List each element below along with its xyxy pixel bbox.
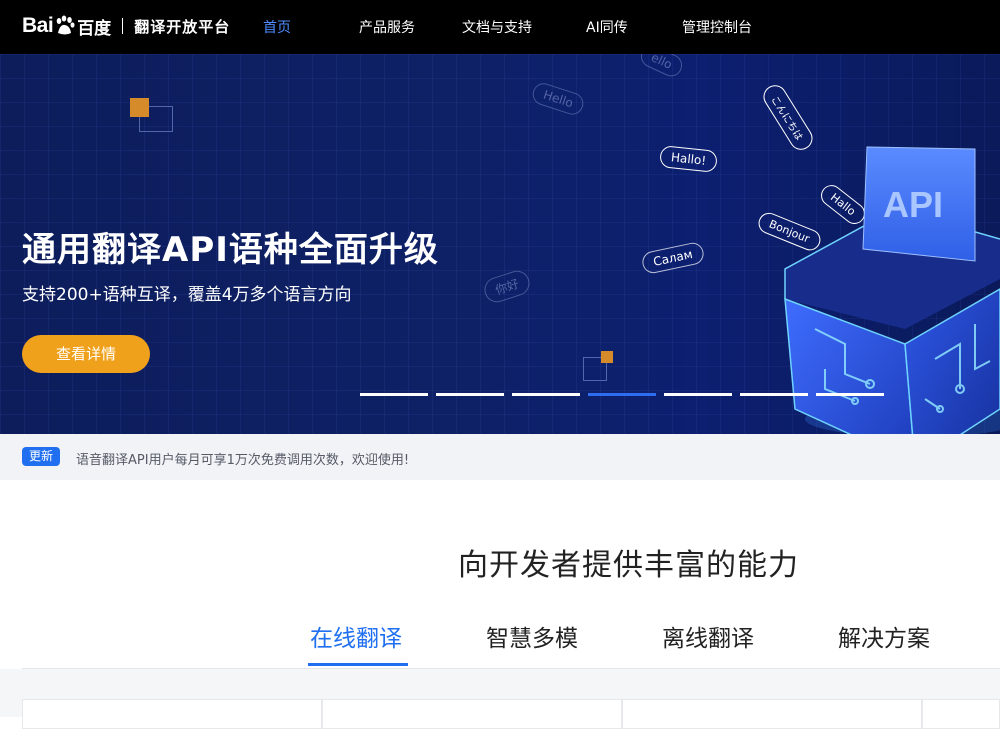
nav-console[interactable]: 管理控制台	[682, 17, 752, 37]
section-title: 向开发者提供丰富的能力	[458, 548, 799, 583]
nav-docs[interactable]: 文档与支持	[462, 17, 532, 37]
carousel-dot-active[interactable]	[588, 393, 656, 396]
paw-icon	[54, 15, 76, 37]
capability-card[interactable]	[622, 699, 922, 729]
view-details-button[interactable]: 查看详情	[22, 335, 150, 373]
tab-smart-multimodal[interactable]: 智慧多模	[486, 619, 578, 653]
banner-title: 通用翻译API语种全面升级	[22, 230, 439, 270]
carousel-dot[interactable]	[512, 393, 580, 396]
logo-divider	[122, 18, 124, 34]
platform-name: 翻译开放平台	[134, 17, 231, 36]
tab-solutions[interactable]: 解决方案	[838, 619, 930, 653]
active-tab-indicator	[308, 663, 408, 666]
carousel-dot[interactable]	[436, 393, 504, 396]
logo-du-text: 百度	[77, 18, 112, 39]
hero-banner[interactable]: Hello ello 你好 Hallo! Салам Bonjour Hallo…	[0, 54, 1000, 434]
carousel-dot[interactable]	[740, 393, 808, 396]
top-nav: Bai 百度 翻译开放平台 首页 产品服务 文档与支持 AI同传 管理控制台	[0, 0, 1000, 54]
notice-text[interactable]: 语音翻译API用户每月可享1万次免费调用次数，欢迎使用!	[76, 449, 409, 468]
tab-offline-translation[interactable]: 离线翻译	[662, 619, 754, 653]
nav-ai-interpretation[interactable]: AI同传	[586, 17, 628, 37]
api-cube-illustration: API	[784, 146, 1000, 434]
banner-subtitle: 支持200+语种互译，覆盖4万多个语言方向	[22, 285, 352, 305]
capability-card[interactable]	[922, 699, 1000, 729]
carousel-dot[interactable]	[360, 393, 428, 396]
decor-square	[130, 98, 149, 117]
baidu-logo[interactable]: Bai 百度 翻译开放平台	[22, 10, 230, 42]
nav-products[interactable]: 产品服务	[359, 17, 415, 37]
nav-home[interactable]: 首页	[263, 17, 291, 37]
update-badge: 更新	[22, 447, 61, 466]
logo-bai-text: Bai	[22, 14, 54, 37]
notice-bar: 更新 语音翻译API用户每月可享1万次免费调用次数，欢迎使用!	[0, 434, 1000, 480]
api-label: API	[883, 184, 943, 225]
tab-online-translation[interactable]: 在线翻译	[310, 619, 402, 653]
capability-card[interactable]	[322, 699, 622, 729]
carousel-dot[interactable]	[816, 393, 884, 396]
capability-card[interactable]	[22, 699, 322, 729]
carousel-indicators	[360, 393, 884, 396]
carousel-dot[interactable]	[664, 393, 732, 396]
decor-square	[601, 351, 613, 363]
